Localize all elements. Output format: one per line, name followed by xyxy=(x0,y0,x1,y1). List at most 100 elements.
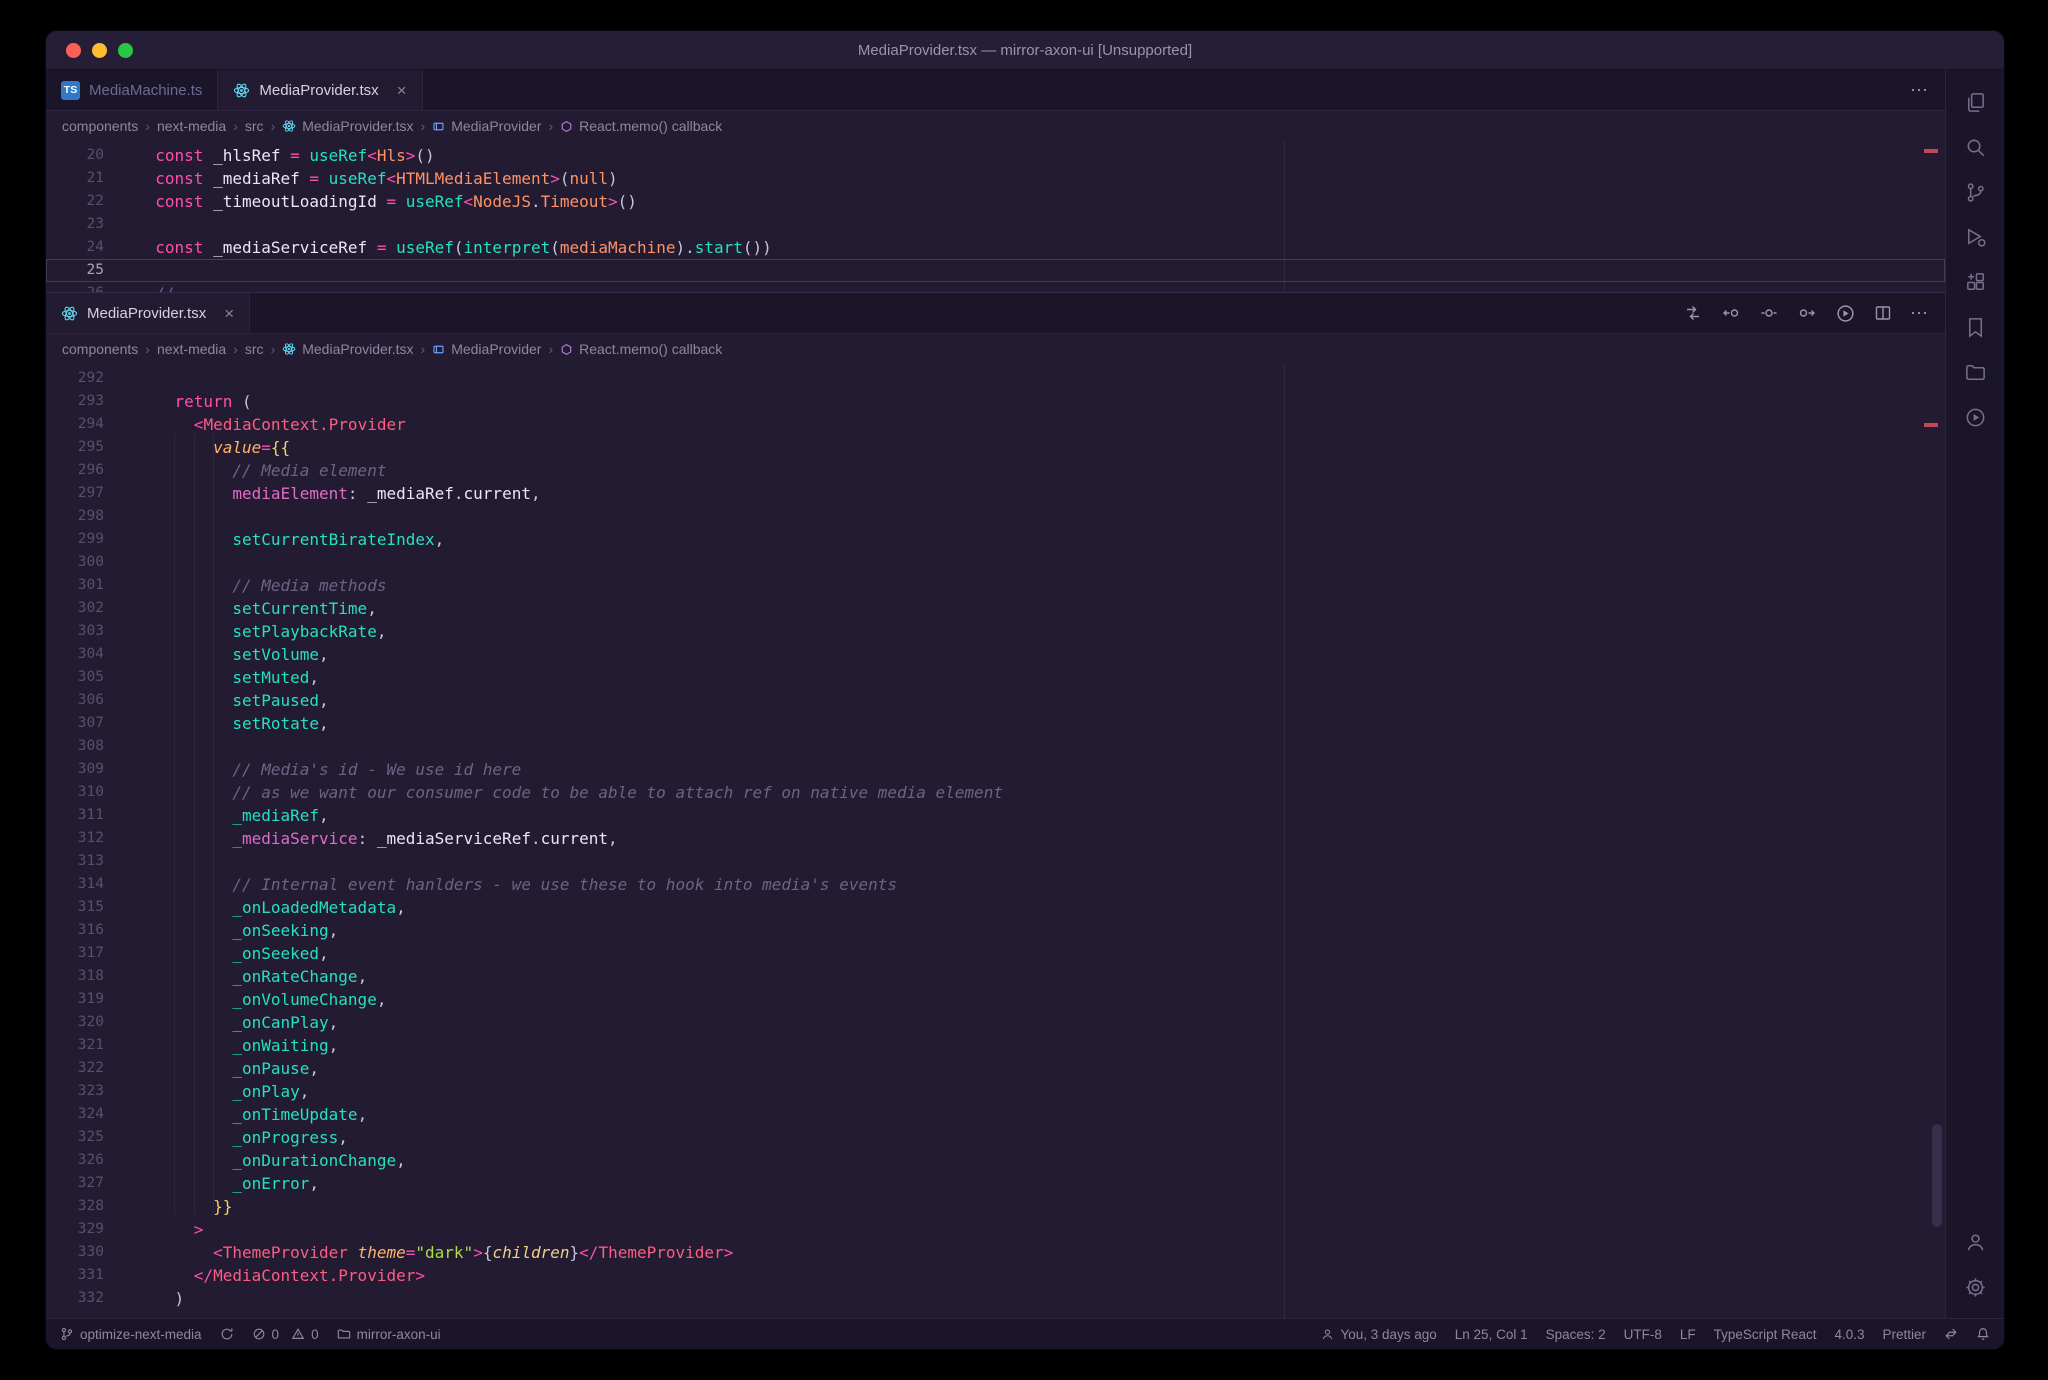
breadcrumb-item[interactable]: next-media xyxy=(157,341,226,357)
code-line-298[interactable]: 298 xyxy=(46,505,1945,528)
code-line-314[interactable]: 314 // Internal event hanlders - we use … xyxy=(46,873,1945,896)
code-line-302[interactable]: 302 setCurrentTime, xyxy=(46,597,1945,620)
breadcrumb-item[interactable]: components xyxy=(62,341,138,357)
code-line-301[interactable]: 301 // Media methods xyxy=(46,574,1945,597)
breadcrumb-item[interactable]: components xyxy=(62,118,138,134)
formatter-status[interactable]: Prettier xyxy=(1882,1327,1926,1342)
code-line-297[interactable]: 297 mediaElement: _mediaRef.current, xyxy=(46,482,1945,505)
code-line-309[interactable]: 309 // Media's id - We use id here xyxy=(46,758,1945,781)
editor-top[interactable]: 20 const _hlsRef = useRef<Hls>()21 const… xyxy=(46,141,1945,292)
code-line-325[interactable]: 325 _onProgress, xyxy=(46,1126,1945,1149)
breadcrumb-item[interactable]: MediaProvider xyxy=(432,341,541,357)
tab-mediamachine-ts[interactable]: TS MediaMachine.ts xyxy=(46,70,218,110)
code-line-332[interactable]: 332 ) xyxy=(46,1287,1945,1310)
code-line-321[interactable]: 321 _onWaiting, xyxy=(46,1034,1945,1057)
more-actions-icon[interactable]: ⋯ xyxy=(1910,303,1929,324)
code-line-294[interactable]: 294 <MediaContext.Provider xyxy=(46,413,1945,436)
code-line-320[interactable]: 320 _onCanPlay, xyxy=(46,1011,1945,1034)
open-changes-icon[interactable] xyxy=(1682,302,1704,324)
editor-bottom[interactable]: 292293 return (294 <MediaContext.Provide… xyxy=(46,364,1945,1318)
code-line-26[interactable]: 26 // ... xyxy=(46,282,1945,292)
code-line-327[interactable]: 327 _onError, xyxy=(46,1172,1945,1195)
close-tab-icon[interactable]: × xyxy=(397,82,407,99)
code-line-331[interactable]: 331 </MediaContext.Provider> xyxy=(46,1264,1945,1287)
code-line-23[interactable]: 23 xyxy=(46,213,1945,236)
code-line-300[interactable]: 300 xyxy=(46,551,1945,574)
code-line-299[interactable]: 299 setCurrentBirateIndex, xyxy=(46,528,1945,551)
code-line-310[interactable]: 310 // as we want our consumer code to b… xyxy=(46,781,1945,804)
cursor-position-status[interactable]: Ln 25, Col 1 xyxy=(1455,1327,1528,1342)
toggle-inline-view-icon[interactable] xyxy=(1758,302,1780,324)
code-line-305[interactable]: 305 setMuted, xyxy=(46,666,1945,689)
version-status[interactable]: 4.0.3 xyxy=(1834,1327,1864,1342)
git-blame-status[interactable]: You, 3 days ago xyxy=(1321,1327,1436,1342)
code-line-330[interactable]: 330 <ThemeProvider theme="dark">{childre… xyxy=(46,1241,1945,1264)
more-actions-icon[interactable]: ⋯ xyxy=(1910,80,1929,101)
code-line-328[interactable]: 328 }} xyxy=(46,1195,1945,1218)
explorer-icon[interactable] xyxy=(1952,80,1998,125)
code-line-304[interactable]: 304 setVolume, xyxy=(46,643,1945,666)
search-icon[interactable] xyxy=(1952,125,1998,170)
breadcrumb-item[interactable]: MediaProvider.tsx xyxy=(282,118,413,134)
code-line-313[interactable]: 313 xyxy=(46,850,1945,873)
code-line-311[interactable]: 311 _mediaRef, xyxy=(46,804,1945,827)
code-line-324[interactable]: 324 _onTimeUpdate, xyxy=(46,1103,1945,1126)
source-control-icon[interactable] xyxy=(1952,170,1998,215)
code-line-308[interactable]: 308 xyxy=(46,735,1945,758)
encoding-status[interactable]: UTF-8 xyxy=(1624,1327,1662,1342)
title-bar[interactable]: MediaProvider.tsx — mirror-axon-ui [Unsu… xyxy=(46,31,2004,70)
accounts-icon[interactable] xyxy=(1952,1220,1998,1265)
code-line-25[interactable]: 25 xyxy=(46,259,1945,282)
breadcrumb-item[interactable]: src xyxy=(245,118,264,134)
problems-status[interactable]: 0 0 xyxy=(252,1327,319,1342)
code-line-329[interactable]: 329 > xyxy=(46,1218,1945,1241)
bookmarks-icon[interactable] xyxy=(1952,305,1998,350)
indentation-status[interactable]: Spaces: 2 xyxy=(1546,1327,1606,1342)
extensions-icon[interactable] xyxy=(1952,260,1998,305)
minimize-window-button[interactable] xyxy=(92,43,107,58)
eol-status[interactable]: LF xyxy=(1680,1327,1696,1342)
split-editor-icon[interactable] xyxy=(1872,302,1894,324)
notifications-icon[interactable] xyxy=(1976,1327,1990,1341)
code-line-316[interactable]: 316 _onSeeking, xyxy=(46,919,1945,942)
code-line-318[interactable]: 318 _onRateChange, xyxy=(46,965,1945,988)
live-preview-icon[interactable] xyxy=(1952,395,1998,440)
scrollbar-thumb[interactable] xyxy=(1932,1124,1942,1227)
breadcrumb-item[interactable]: React.memo() callback xyxy=(560,341,722,357)
breadcrumb-item[interactable]: MediaProvider.tsx xyxy=(282,341,413,357)
code-line-323[interactable]: 323 _onPlay, xyxy=(46,1080,1945,1103)
tab-mediaprovider-tsx-bottom[interactable]: MediaProvider.tsx × xyxy=(46,293,250,333)
code-line-312[interactable]: 312 _mediaService: _mediaServiceRef.curr… xyxy=(46,827,1945,850)
workspace-folder-status[interactable]: mirror-axon-ui xyxy=(337,1327,441,1342)
code-line-322[interactable]: 322 _onPause, xyxy=(46,1057,1945,1080)
code-line-22[interactable]: 22 const _timeoutLoadingId = useRef<Node… xyxy=(46,190,1945,213)
code-line-293[interactable]: 293 return ( xyxy=(46,390,1945,413)
code-line-306[interactable]: 306 setPaused, xyxy=(46,689,1945,712)
maximize-window-button[interactable] xyxy=(118,43,133,58)
run-file-icon[interactable] xyxy=(1834,302,1856,324)
double-arrow-icon[interactable] xyxy=(1944,1327,1958,1341)
code-line-24[interactable]: 24 const _mediaServiceRef = useRef(inter… xyxy=(46,236,1945,259)
breadcrumb-item[interactable]: next-media xyxy=(157,118,226,134)
close-tab-icon[interactable]: × xyxy=(224,305,234,322)
previous-change-icon[interactable] xyxy=(1720,302,1742,324)
breadcrumb-item[interactable]: src xyxy=(245,341,264,357)
code-line-307[interactable]: 307 setRotate, xyxy=(46,712,1945,735)
branch-status[interactable]: optimize-next-media xyxy=(60,1327,202,1342)
run-and-debug-icon[interactable] xyxy=(1952,215,1998,260)
code-line-319[interactable]: 319 _onVolumeChange, xyxy=(46,988,1945,1011)
close-window-button[interactable] xyxy=(66,43,81,58)
breadcrumb-item[interactable]: React.memo() callback xyxy=(560,118,722,134)
code-line-21[interactable]: 21 const _mediaRef = useRef<HTMLMediaEle… xyxy=(46,167,1945,190)
code-line-296[interactable]: 296 // Media element xyxy=(46,459,1945,482)
code-line-20[interactable]: 20 const _hlsRef = useRef<Hls>() xyxy=(46,144,1945,167)
code-line-303[interactable]: 303 setPlaybackRate, xyxy=(46,620,1945,643)
next-change-icon[interactable] xyxy=(1796,302,1818,324)
code-line-326[interactable]: 326 _onDurationChange, xyxy=(46,1149,1945,1172)
code-line-315[interactable]: 315 _onLoadedMetadata, xyxy=(46,896,1945,919)
breadcrumb-item[interactable]: MediaProvider xyxy=(432,118,541,134)
remote-explorer-icon[interactable] xyxy=(1952,350,1998,395)
tab-mediaprovider-tsx-top[interactable]: MediaProvider.tsx × xyxy=(218,70,422,110)
language-mode-status[interactable]: TypeScript React xyxy=(1714,1327,1817,1342)
settings-gear-icon[interactable] xyxy=(1952,1265,1998,1310)
